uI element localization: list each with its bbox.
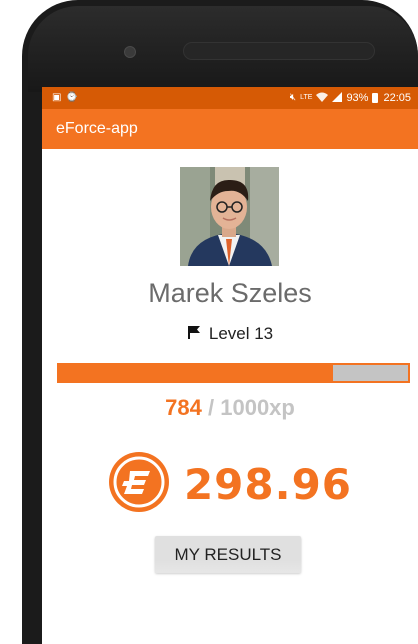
wifi-icon <box>316 92 329 105</box>
status-left: ▣ ⌚ <box>52 93 78 103</box>
alarm-icon: ⌚ <box>65 92 78 103</box>
xp-separator: / <box>207 395 215 420</box>
user-name: Marek Szeles <box>148 278 312 308</box>
level-label: Level 13 <box>208 324 274 343</box>
balance-value: 298.96 <box>183 460 353 509</box>
phone-top-bezel <box>28 6 418 92</box>
flag-icon <box>187 324 201 344</box>
xp-current: 784 <box>165 395 202 420</box>
mute-icon: 🔇︎ <box>289 92 297 103</box>
status-right: 🔇︎ LTE 93% 22:05 <box>289 91 411 105</box>
xp-text: 784 / 1000xp <box>42 395 418 421</box>
avatar <box>180 167 279 266</box>
battery-icon <box>372 93 379 103</box>
xp-progress-bar <box>57 363 410 383</box>
battery-percent: 93% <box>346 92 369 104</box>
bottom-fade <box>42 560 418 644</box>
status-bar: ▣ ⌚ 🔇︎ LTE 93% 22:05 <box>42 87 418 109</box>
signal-icon <box>332 91 343 105</box>
balance-row: 298.96 <box>42 451 418 518</box>
image-icon: ▣ <box>52 92 62 103</box>
lte-icon: LTE <box>300 94 313 101</box>
xp-total: 1000xp <box>220 395 295 420</box>
eforce-coin-icon <box>108 451 170 518</box>
earpiece-speaker <box>183 42 375 60</box>
app-title: eForce-app <box>56 120 138 137</box>
status-time: 22:05 <box>383 92 411 104</box>
level-row: Level 13 <box>42 324 418 344</box>
app-bar: eForce-app <box>42 109 418 149</box>
xp-progress-fill <box>59 365 333 381</box>
front-camera <box>124 46 136 58</box>
